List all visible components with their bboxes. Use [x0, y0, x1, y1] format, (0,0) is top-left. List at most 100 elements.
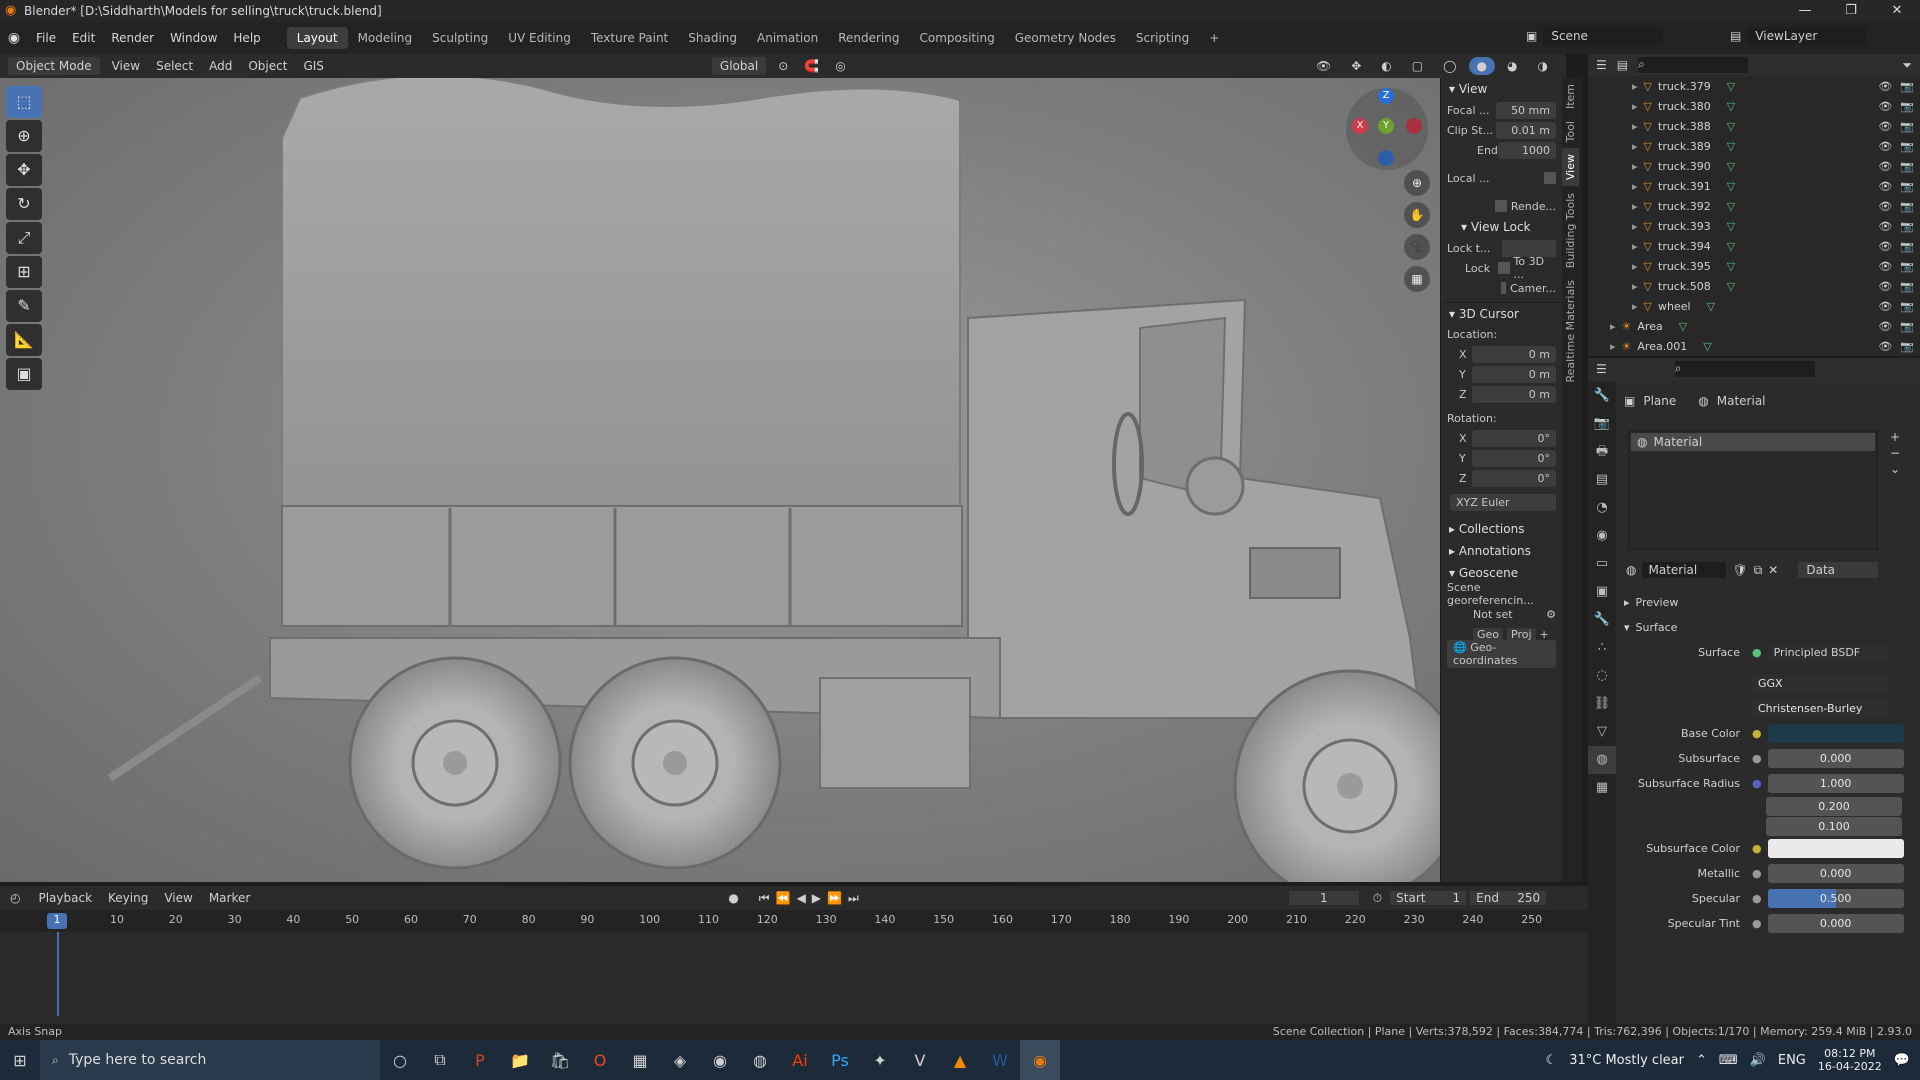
outliner-row[interactable]: ▸ ▽ truck.393 ▽ 👁 📷: [1588, 216, 1920, 236]
rotation-mode-dropdown[interactable]: XYZ Euler: [1450, 493, 1556, 511]
chrome-icon[interactable]: ◍: [740, 1040, 780, 1080]
material-slot[interactable]: ◍ Material: [1631, 433, 1875, 451]
expand-arrow-icon[interactable]: ▸: [1610, 340, 1616, 353]
scene-selector[interactable]: ▣ Scene: [1526, 27, 1664, 45]
select-box-icon[interactable]: ⬚: [6, 86, 42, 118]
scene-name[interactable]: Scene: [1543, 27, 1664, 45]
constraints-tab-icon[interactable]: ⛓: [1588, 690, 1616, 718]
expand-arrow-icon[interactable]: ▸: [1632, 300, 1638, 313]
stopwatch-icon[interactable]: ⏱: [1373, 891, 1382, 906]
visibility-eye-icon[interactable]: 👁: [1878, 120, 1892, 133]
visibility-eye-icon[interactable]: 👁: [1878, 260, 1892, 273]
rendered-shading-icon[interactable]: ◑: [1530, 57, 1556, 75]
measure-icon[interactable]: 📐: [6, 324, 42, 356]
expand-arrow-icon[interactable]: ▸: [1632, 200, 1638, 213]
subsurface-color-swatch[interactable]: [1767, 839, 1904, 858]
outliner-row[interactable]: ▸ ☀ Area ▽ 👁 📷: [1588, 316, 1920, 336]
material-shading-icon[interactable]: ◕: [1499, 57, 1525, 75]
cursor-rot-y[interactable]: 0°: [1472, 449, 1556, 467]
visibility-eye-icon[interactable]: 👁: [1878, 340, 1892, 353]
render-region-checkbox[interactable]: [1494, 200, 1507, 212]
proportional-icon[interactable]: ◎: [827, 57, 853, 75]
texture-tab-icon[interactable]: ▦: [1588, 774, 1616, 802]
tab-view[interactable]: View: [1562, 148, 1579, 187]
add-geo-icon[interactable]: +: [1540, 628, 1549, 641]
gizmo-neg-x-icon[interactable]: [1406, 118, 1422, 134]
subsurface-radius-z[interactable]: 0.100: [1766, 816, 1902, 836]
expand-arrow-icon[interactable]: ▸: [1632, 180, 1638, 193]
powerpoint-icon[interactable]: P: [460, 1040, 500, 1080]
annotate-icon[interactable]: ✎: [6, 290, 42, 322]
play-reverse-icon[interactable]: ◀: [797, 891, 806, 905]
auto-key-icon[interactable]: ●: [728, 891, 738, 905]
task-view-icon[interactable]: ⧉: [420, 1040, 460, 1080]
clip-start-field[interactable]: 0.01 m: [1496, 121, 1556, 139]
filter-icon[interactable]: ⏷: [1902, 58, 1920, 73]
lock-camera-checkbox[interactable]: [1501, 282, 1507, 294]
timeline-ruler[interactable]: 1 10 20 30 40 50 60 70 80 90 100 110 120 130 140 150 16…: [0, 910, 1588, 932]
visibility-eye-icon[interactable]: 👁: [1878, 280, 1892, 293]
geo-settings-gear-icon[interactable]: ⚙: [1546, 608, 1556, 621]
app-icon[interactable]: ▦: [620, 1040, 660, 1080]
tab-geometry-nodes[interactable]: Geometry Nodes: [1005, 27, 1126, 49]
annotations-section[interactable]: ▸ Annotations: [1441, 540, 1562, 562]
move-icon[interactable]: ✥: [6, 154, 42, 186]
outliner-row[interactable]: ▸ ▽ truck.390 ▽ 👁 📷: [1588, 156, 1920, 176]
store-icon[interactable]: 🛍: [540, 1040, 580, 1080]
particles-tab-icon[interactable]: ∴: [1588, 634, 1616, 662]
file-explorer-icon[interactable]: 📁: [500, 1040, 540, 1080]
render-camera-icon[interactable]: 📷: [1900, 180, 1914, 193]
header-object[interactable]: Object: [240, 57, 295, 75]
subsurface-radius-x[interactable]: 1.000: [1767, 774, 1904, 793]
lock-to-3d-cursor-checkbox[interactable]: [1498, 262, 1510, 274]
specular-tint-field[interactable]: 0.000: [1767, 914, 1904, 933]
menu-help[interactable]: Help: [225, 31, 268, 45]
visibility-eye-icon[interactable]: 👁: [1878, 300, 1892, 313]
app-icon[interactable]: ◉: [700, 1040, 740, 1080]
render-camera-icon[interactable]: 📷: [1900, 140, 1914, 153]
pan-hand-icon[interactable]: ✋: [1404, 202, 1430, 228]
photoshop-icon[interactable]: Ps: [820, 1040, 860, 1080]
camera-view-icon[interactable]: 🎥: [1404, 234, 1430, 260]
gizmo-y-icon[interactable]: Y: [1378, 118, 1394, 134]
viewlayer-selector[interactable]: ▤ ViewLayer: [1730, 27, 1868, 45]
tab-uv-editing[interactable]: UV Editing: [498, 27, 581, 49]
geo-coordinates-button[interactable]: 🌐 Geo-coordinates: [1447, 640, 1556, 668]
wireframe-shading-icon[interactable]: ◯: [1435, 57, 1464, 75]
menu-file[interactable]: File: [28, 31, 64, 45]
metallic-field[interactable]: 0.000: [1767, 864, 1904, 883]
cursor-rot-z[interactable]: 0°: [1472, 469, 1556, 487]
world-tab-icon[interactable]: ◉: [1588, 522, 1616, 550]
timeline-playback[interactable]: Playback: [30, 889, 100, 907]
render-camera-icon[interactable]: 📷: [1900, 300, 1914, 313]
render-camera-icon[interactable]: 📷: [1900, 200, 1914, 213]
tab-modeling[interactable]: Modeling: [348, 27, 423, 49]
overlay-icon[interactable]: ◐: [1373, 57, 1399, 75]
display-mode-icon[interactable]: ▤: [1617, 58, 1628, 72]
proj-button[interactable]: Proj: [1507, 627, 1536, 641]
play-icon[interactable]: ▶: [812, 891, 821, 905]
snap-icon[interactable]: 🧲: [796, 57, 827, 75]
timeline-editor-icon[interactable]: ◴: [0, 891, 30, 905]
clip-end-field[interactable]: 1000: [1497, 141, 1556, 159]
render-camera-icon[interactable]: 📷: [1900, 320, 1914, 333]
preview-section[interactable]: ▸ Preview: [1624, 590, 1916, 615]
xray-icon[interactable]: ▢: [1404, 57, 1431, 75]
pivot-icon[interactable]: ⊙: [770, 57, 796, 75]
menu-edit[interactable]: Edit: [64, 31, 103, 45]
expand-arrow-icon[interactable]: ▸: [1632, 240, 1638, 253]
expand-arrow-icon[interactable]: ▸: [1632, 280, 1638, 293]
view-lock-title[interactable]: ▾ View Lock: [1441, 216, 1562, 238]
render-camera-icon[interactable]: 📷: [1900, 340, 1914, 353]
mode-dropdown[interactable]: Object Mode: [8, 57, 100, 75]
material-name-field[interactable]: Material: [1642, 562, 1727, 578]
specular-slider[interactable]: 0.500: [1767, 889, 1904, 908]
clock[interactable]: 08:12 PM 16-04-2022: [1818, 1047, 1882, 1073]
lock-to-object-field[interactable]: [1502, 239, 1556, 257]
solid-shading-icon[interactable]: ●: [1468, 57, 1496, 75]
expand-arrow-icon[interactable]: ▸: [1632, 80, 1638, 93]
add-slot-icon[interactable]: +: [1890, 430, 1900, 444]
tab-compositing[interactable]: Compositing: [909, 27, 1004, 49]
cursor-loc-x[interactable]: 0 m: [1472, 345, 1556, 363]
outliner-row[interactable]: ▸ ☀ Area.001 ▽ 👁 📷: [1588, 336, 1920, 356]
